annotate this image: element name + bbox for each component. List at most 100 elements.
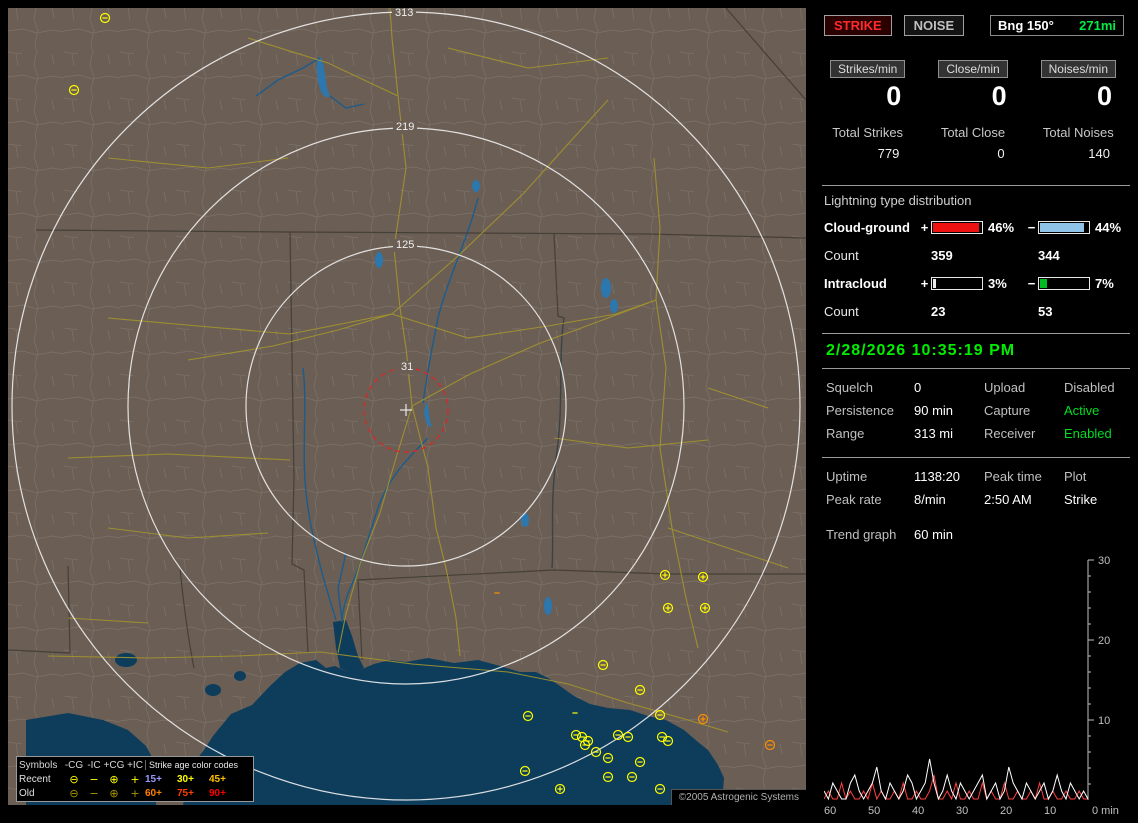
datetime-display: 2/28/2026 10:35:19 PM <box>822 333 1130 369</box>
plot-mode-value: Strike <box>1064 492 1130 507</box>
strike-mode-button[interactable]: STRIKE <box>824 15 892 36</box>
close-per-min-value: 0 <box>927 81 1018 112</box>
counter-noises: Noises/min 0 Total Noises 140 <box>1033 60 1124 161</box>
svg-text:10: 10 <box>1044 805 1056 817</box>
svg-text:0 min: 0 min <box>1092 805 1119 817</box>
svg-text:50: 50 <box>868 805 880 817</box>
cg-pos-symbol-old-icon: ⊕ <box>103 788 125 799</box>
legend-row-old-label: Old <box>19 788 63 799</box>
legend-col-ic-neg: -IC <box>85 760 103 771</box>
trend-graph-plot: 30 20 10 60 50 40 30 20 10 0 min <box>824 556 1126 818</box>
legend-col-cg-pos: +CG <box>103 760 125 771</box>
noises-per-min-value: 0 <box>1033 81 1124 112</box>
svg-text:20: 20 <box>1098 635 1110 647</box>
cg-count-label: Count <box>824 248 918 263</box>
plot-label: Plot <box>1064 469 1130 484</box>
svg-text:40: 40 <box>912 805 924 817</box>
noise-mode-button[interactable]: NOISE <box>904 15 964 36</box>
cg-pos-sign: + <box>918 220 931 235</box>
peak-time-value: 2:50 AM <box>984 492 1064 507</box>
ic-neg-bar <box>1038 277 1090 290</box>
age-code-60: 60+ <box>145 788 177 799</box>
copyright-label: ©2005 Astrogenic Systems <box>671 789 806 805</box>
cg-pos-count: 359 <box>931 248 983 263</box>
trend-graph-header: Trend graph 60 min <box>826 527 1130 542</box>
persistence-value: 90 min <box>914 403 984 418</box>
ic-pos-bar <box>931 277 983 290</box>
peak-rate-value: 8/min <box>914 492 984 507</box>
ic-pos-count: 23 <box>931 304 983 319</box>
total-noises-value: 140 <box>1033 146 1124 161</box>
map-legend: Symbols -CG -IC +CG +IC Strike age color… <box>16 756 254 802</box>
age-code-30: 30+ <box>177 774 209 785</box>
receiver-status: Enabled <box>1064 426 1130 441</box>
cg-neg-sign: − <box>1025 220 1038 235</box>
peak-time-label: Peak time <box>984 469 1064 484</box>
divider <box>822 185 1130 186</box>
stats-grid: Uptime 1138:20 Peak time Plot Peak rate … <box>826 469 1130 507</box>
total-noises-label: Total Noises <box>1033 125 1124 140</box>
noises-per-min-chip: Noises/min <box>1041 60 1116 78</box>
total-close-value: 0 <box>927 146 1018 161</box>
cg-pos-symbol-icon: ⊕ <box>103 774 125 785</box>
ring-label-125: 125 <box>393 239 417 252</box>
counter-strikes: Strikes/min 0 Total Strikes 779 <box>822 60 913 161</box>
rate-counters: Strikes/min 0 Total Strikes 779 Close/mi… <box>822 60 1124 161</box>
status-panel: STRIKE NOISE Bng 150° 271mi Strikes/min … <box>814 8 1130 805</box>
svg-text:20: 20 <box>1000 805 1012 817</box>
range-value: 313 mi <box>914 426 984 441</box>
age-code-45: 45+ <box>209 774 241 785</box>
legend-col-cg-neg: -CG <box>63 760 85 771</box>
bearing-distance: 271mi <box>1079 18 1116 33</box>
age-code-15: 15+ <box>145 774 177 785</box>
distribution-grid: Cloud-ground + 46% − 44% Count 359 344 I… <box>824 220 1124 319</box>
strikes-per-min-chip: Strikes/min <box>830 60 905 78</box>
cg-neg-bar <box>1038 221 1090 234</box>
peak-rate-label: Peak rate <box>826 492 914 507</box>
ic-pos-sign: + <box>918 276 931 291</box>
svg-text:30: 30 <box>956 805 968 817</box>
upload-label: Upload <box>984 380 1064 395</box>
capture-status: Active <box>1064 403 1130 418</box>
total-strikes-label: Total Strikes <box>822 125 913 140</box>
legend-col-ic-pos: +IC <box>125 760 145 771</box>
cg-pos-bar <box>931 221 983 234</box>
app-window: 313 219 125 31 Symbols -CG -IC +CG +IC S… <box>0 0 1138 812</box>
svg-text:60: 60 <box>824 805 836 817</box>
ic-pos-percent: 3% <box>983 276 1025 291</box>
bearing-label: Bng 150° <box>998 18 1054 33</box>
squelch-label: Squelch <box>826 380 914 395</box>
cloud-ground-label: Cloud-ground <box>824 220 918 235</box>
cg-neg-count: 344 <box>1038 248 1090 263</box>
svg-text:10: 10 <box>1098 715 1110 727</box>
ic-neg-symbol-icon: − <box>85 774 103 785</box>
ic-neg-symbol-old-icon: − <box>85 788 103 799</box>
upload-status: Disabled <box>1064 380 1130 395</box>
map-area[interactable]: 313 219 125 31 Symbols -CG -IC +CG +IC S… <box>8 8 806 805</box>
ic-count-label: Count <box>824 304 918 319</box>
ring-label-313: 313 <box>392 8 416 20</box>
cg-pos-percent: 46% <box>983 220 1025 235</box>
settings-grid: Squelch 0 Upload Disabled Persistence 90… <box>826 380 1130 441</box>
legend-age-header: Strike age color codes <box>145 760 241 770</box>
total-strikes-value: 779 <box>822 146 913 161</box>
ring-label-219: 219 <box>393 121 417 134</box>
total-close-label: Total Close <box>927 125 1018 140</box>
bearing-readout: Bng 150° 271mi <box>990 15 1124 36</box>
legend-symbols-header: Symbols <box>19 760 63 771</box>
trend-graph-label: Trend graph <box>826 527 914 542</box>
ic-neg-percent: 7% <box>1090 276 1126 291</box>
persistence-label: Persistence <box>826 403 914 418</box>
capture-label: Capture <box>984 403 1064 418</box>
intracloud-label: Intracloud <box>824 276 918 291</box>
cg-neg-symbol-old-icon: ⊖ <box>63 788 85 799</box>
trend-graph-window: 60 min <box>914 527 1130 542</box>
counter-close: Close/min 0 Total Close 0 <box>927 60 1018 161</box>
cg-neg-percent: 44% <box>1090 220 1126 235</box>
distribution-title: Lightning type distribution <box>824 193 1130 208</box>
ring-label-31: 31 <box>398 361 416 374</box>
svg-text:30: 30 <box>1098 556 1110 567</box>
age-code-75: 75+ <box>177 788 209 799</box>
ic-neg-sign: − <box>1025 276 1038 291</box>
close-per-min-chip: Close/min <box>938 60 1007 78</box>
